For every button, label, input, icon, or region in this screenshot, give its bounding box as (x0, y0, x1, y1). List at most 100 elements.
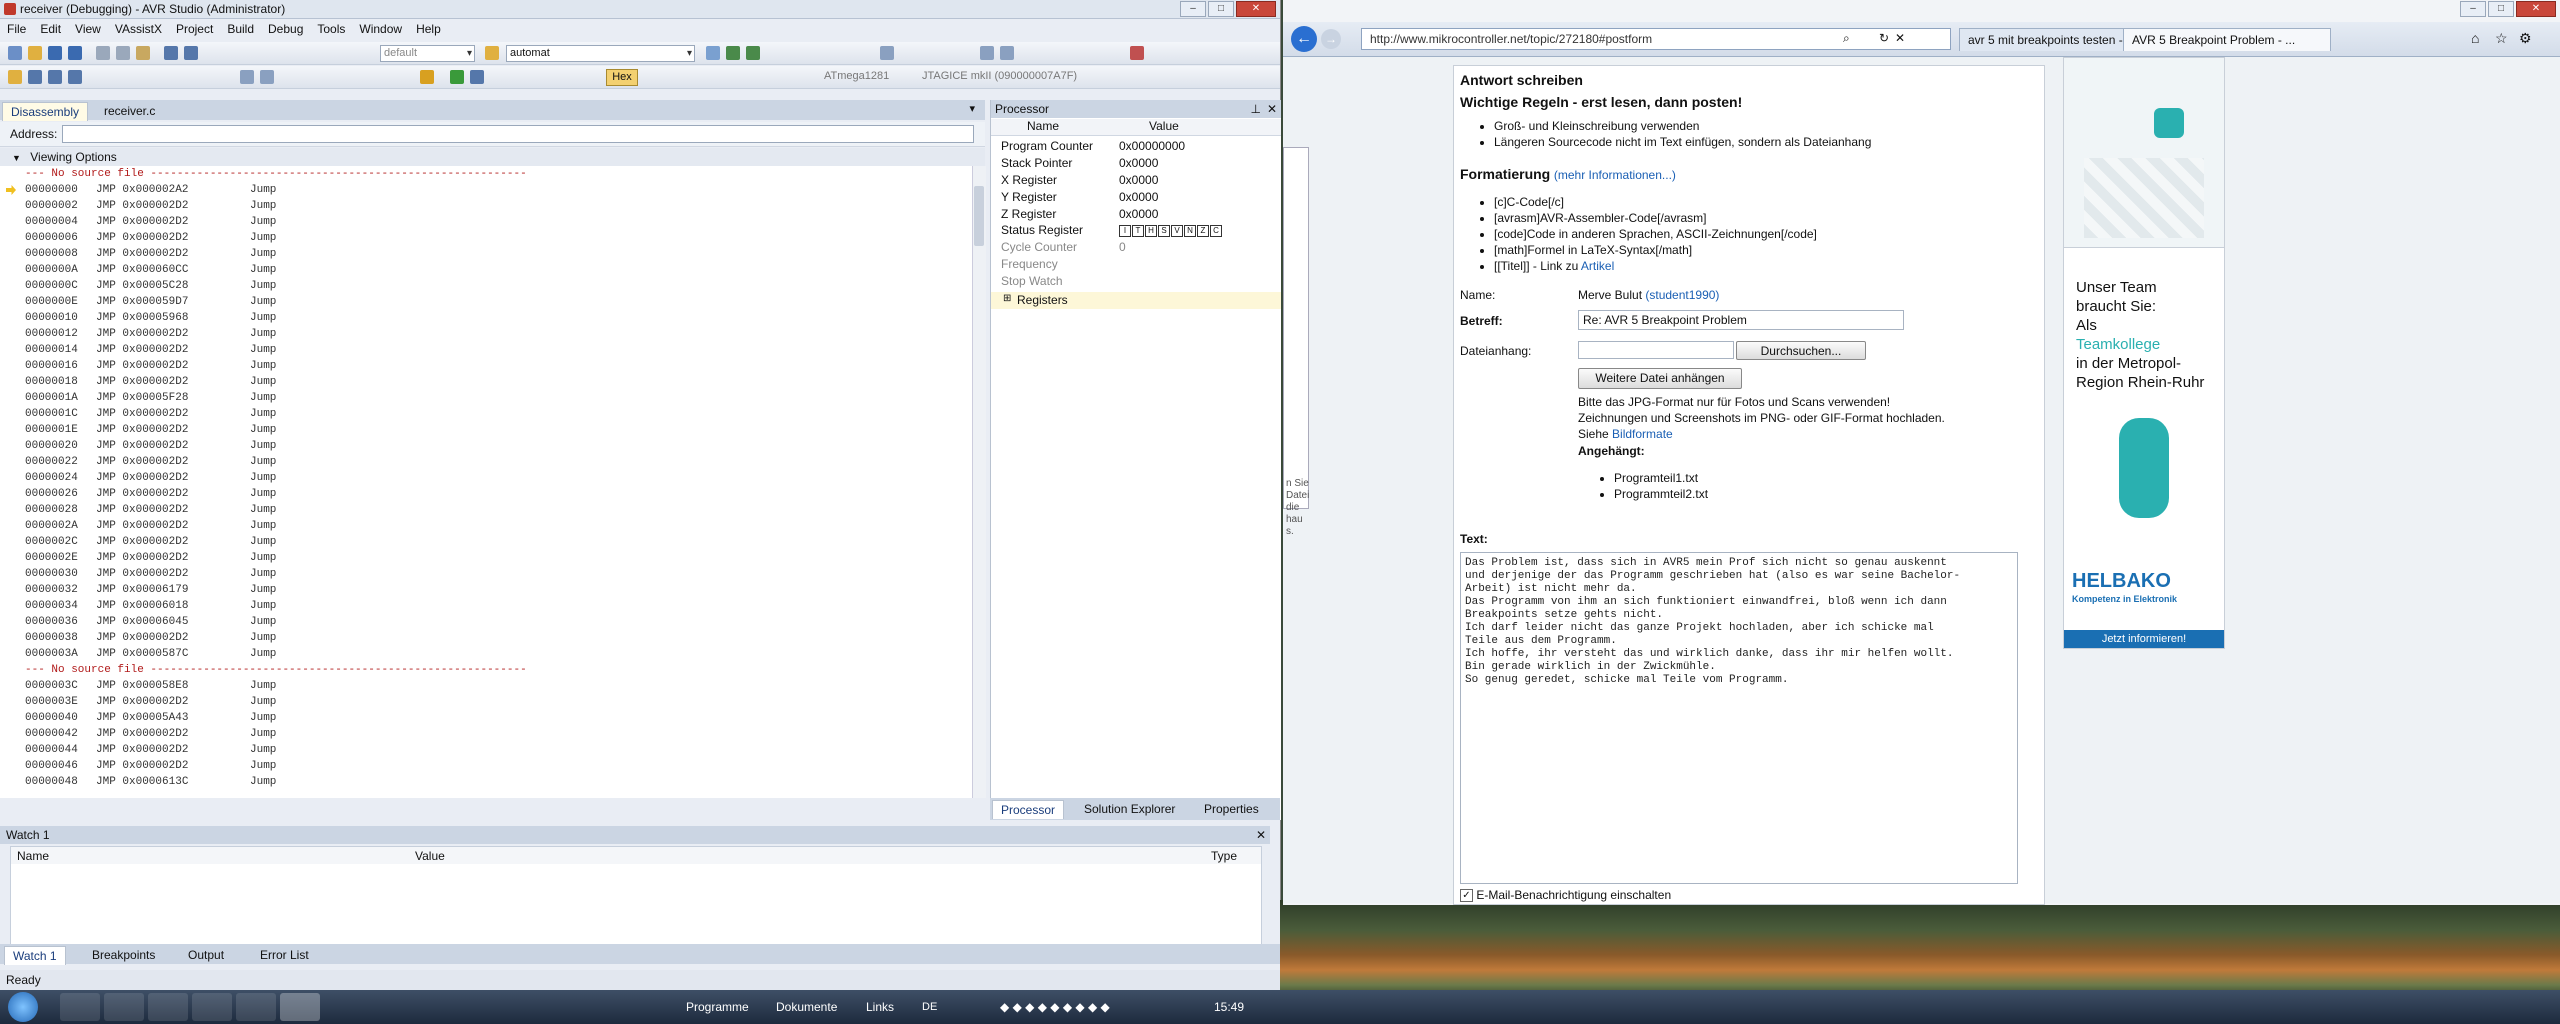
register-value[interactable]: 0x0000 (1119, 206, 1158, 223)
ad-puzzle-image[interactable] (2063, 57, 2225, 249)
ie-icon[interactable] (192, 993, 232, 1021)
disassembly-line[interactable]: 00000000 JMP 0x000002A2 Jump (0, 182, 972, 198)
forward-icon[interactable]: → (1321, 29, 1341, 49)
message-textarea[interactable]: Das Problem ist, dass sich in AVR5 mein … (1460, 552, 2018, 884)
media-icon[interactable] (148, 993, 188, 1021)
language-indicator[interactable]: DE (922, 990, 937, 1024)
tab-receiver-c[interactable]: receiver.c (96, 102, 163, 120)
disassembly-line[interactable]: 0000003A JMP 0x0000587C Jump (0, 646, 972, 662)
device-programming-icon[interactable] (1130, 46, 1144, 60)
break-all-icon[interactable] (470, 70, 484, 84)
menu-project[interactable]: Project (169, 19, 220, 39)
disassembly-line[interactable]: 00000046 JMP 0x000002D2 Jump (0, 758, 972, 774)
avr-studio-taskbar-icon[interactable] (280, 993, 320, 1021)
status-bit-checkbox[interactable]: N (1184, 224, 1196, 237)
disassembly-line[interactable]: 00000044 JMP 0x000002D2 Jump (0, 742, 972, 758)
menu-view[interactable]: View (68, 19, 108, 39)
disassembly-line[interactable]: 0000001E JMP 0x000002D2 Jump (0, 422, 972, 438)
tab-disassembly[interactable]: Disassembly (2, 102, 89, 121)
processor-row[interactable]: Y Register 0x0000 (1001, 189, 1271, 206)
menu-debug[interactable]: Debug (261, 19, 310, 39)
disassembly-line[interactable]: 00000040 JMP 0x00005A43 Jump (0, 710, 972, 726)
tab-error-list[interactable]: Error List (252, 946, 317, 964)
tab-watch-1[interactable]: Watch 1 (4, 946, 66, 965)
browser-close-icon[interactable]: ✕ (2516, 1, 2556, 17)
disassembly-line[interactable]: 00000012 JMP 0x000002D2 Jump (0, 326, 972, 342)
status-bit-checkbox[interactable]: T (1132, 224, 1144, 237)
disassembly-line[interactable]: 0000000C JMP 0x00005C28 Jump (0, 278, 972, 294)
status-bit-checkbox[interactable]: I (1119, 224, 1131, 237)
menu-window[interactable]: Window (352, 19, 409, 39)
stop-icon[interactable]: ✕ (1895, 31, 1905, 45)
disassembly-scrollbar[interactable] (972, 166, 986, 798)
pdf-icon[interactable] (236, 993, 276, 1021)
register-value[interactable]: 0x0000 (1119, 155, 1158, 172)
register-value[interactable]: 0x00000000 (1119, 138, 1185, 155)
viewing-options-toggle[interactable]: ▼ Viewing Options (0, 148, 985, 166)
disassembly-line[interactable]: 00000006 JMP 0x000002D2 Jump (0, 230, 972, 246)
rebuild-icon[interactable] (746, 46, 760, 60)
url-input[interactable]: http://www.mikrocontroller.net/topic/272… (1361, 28, 1951, 50)
user-link[interactable]: (student1990) (1645, 288, 1719, 302)
comment-icon[interactable] (880, 46, 894, 60)
bookmark-icon[interactable] (1000, 46, 1014, 60)
disassembly-line[interactable]: 0000003C JMP 0x000058E8 Jump (0, 678, 972, 694)
toolbar-programme[interactable]: Programme (686, 990, 749, 1024)
find-in-files-icon[interactable] (706, 46, 720, 60)
menu-edit[interactable]: Edit (33, 19, 68, 39)
pane-close-icon[interactable]: ✕ (1267, 100, 1277, 118)
disassembly-line[interactable]: 00000028 JMP 0x000002D2 Jump (0, 502, 972, 518)
disassembly-line[interactable]: 0000002A JMP 0x000002D2 Jump (0, 518, 972, 534)
save-all-icon[interactable] (68, 46, 82, 60)
register-value[interactable]: 0x0000 (1119, 189, 1158, 206)
search-combo[interactable]: automat (506, 45, 695, 62)
disassembly-line[interactable]: 0000000A JMP 0x000060CC Jump (0, 262, 972, 278)
disassembly-code[interactable]: --- No source file ---------------------… (0, 166, 972, 798)
menu-vassistx[interactable]: VAssistX (108, 19, 169, 39)
disassembly-line[interactable]: 0000002E JMP 0x000002D2 Jump (0, 550, 972, 566)
status-bit-checkbox[interactable]: V (1171, 224, 1183, 237)
open-folder-icon[interactable] (28, 46, 42, 60)
processor-row[interactable]: X Register 0x0000 (1001, 172, 1271, 189)
disassembly-line[interactable]: 00000036 JMP 0x00006045 Jump (0, 614, 972, 630)
back-icon[interactable]: ← (1291, 26, 1317, 52)
tab-output[interactable]: Output (180, 946, 232, 964)
watch-list[interactable] (10, 864, 1262, 945)
step-icon[interactable] (28, 70, 42, 84)
memory-icon[interactable] (240, 70, 254, 84)
menu-tools[interactable]: Tools (310, 19, 352, 39)
file-input[interactable] (1578, 341, 1734, 359)
status-bit-checkbox[interactable]: H (1145, 224, 1157, 237)
disassembly-line[interactable]: 0000001C JMP 0x000002D2 Jump (0, 406, 972, 422)
disassembly-line[interactable]: 0000001A JMP 0x00005F28 Jump (0, 390, 972, 406)
disassembly-line[interactable]: 00000022 JMP 0x000002D2 Jump (0, 454, 972, 470)
disassembly-line[interactable]: 00000014 JMP 0x000002D2 Jump (0, 342, 972, 358)
status-bit-checkbox[interactable]: S (1158, 224, 1170, 237)
menu-build[interactable]: Build (220, 19, 261, 39)
explorer-icon[interactable] (104, 993, 144, 1021)
close-icon[interactable]: ✕ (1236, 1, 1276, 17)
favorites-icon[interactable]: ☆ (2495, 30, 2508, 47)
redo-icon[interactable] (184, 46, 198, 60)
ad-cta[interactable]: Jetzt informieren! (2064, 630, 2224, 648)
more-info-link[interactable]: (mehr Informationen...) (1554, 168, 1676, 182)
firefox-icon[interactable] (60, 993, 100, 1021)
watch-close-icon[interactable]: ✕ (1256, 826, 1266, 844)
step-out-icon[interactable] (68, 70, 82, 84)
add-file-button[interactable]: Weitere Datei anhängen (1578, 368, 1742, 389)
config-combo[interactable]: default (380, 45, 475, 62)
disassembly-line[interactable]: 00000018 JMP 0x000002D2 Jump (0, 374, 972, 390)
menu-help[interactable]: Help (409, 19, 448, 39)
open-icon[interactable] (8, 70, 22, 84)
disassembly-line[interactable]: 00000008 JMP 0x000002D2 Jump (0, 246, 972, 262)
toolbar-dokumente[interactable]: Dokumente (776, 990, 837, 1024)
tab-dropdown-icon[interactable]: ▾ (969, 102, 975, 115)
browser-tab-2[interactable]: AVR 5 Breakpoint Problem - ... (2123, 28, 2331, 51)
tab-processor[interactable]: Processor (992, 800, 1065, 819)
address-input[interactable] (62, 125, 974, 143)
disassembly-line[interactable]: 00000042 JMP 0x000002D2 Jump (0, 726, 972, 742)
checkbox-checked-icon[interactable]: ✓ (1460, 889, 1473, 903)
step-over-icon[interactable] (48, 70, 62, 84)
disassembly-line[interactable]: 0000002C JMP 0x000002D2 Jump (0, 534, 972, 550)
disassembly-line[interactable]: 00000032 JMP 0x00006179 Jump (0, 582, 972, 598)
